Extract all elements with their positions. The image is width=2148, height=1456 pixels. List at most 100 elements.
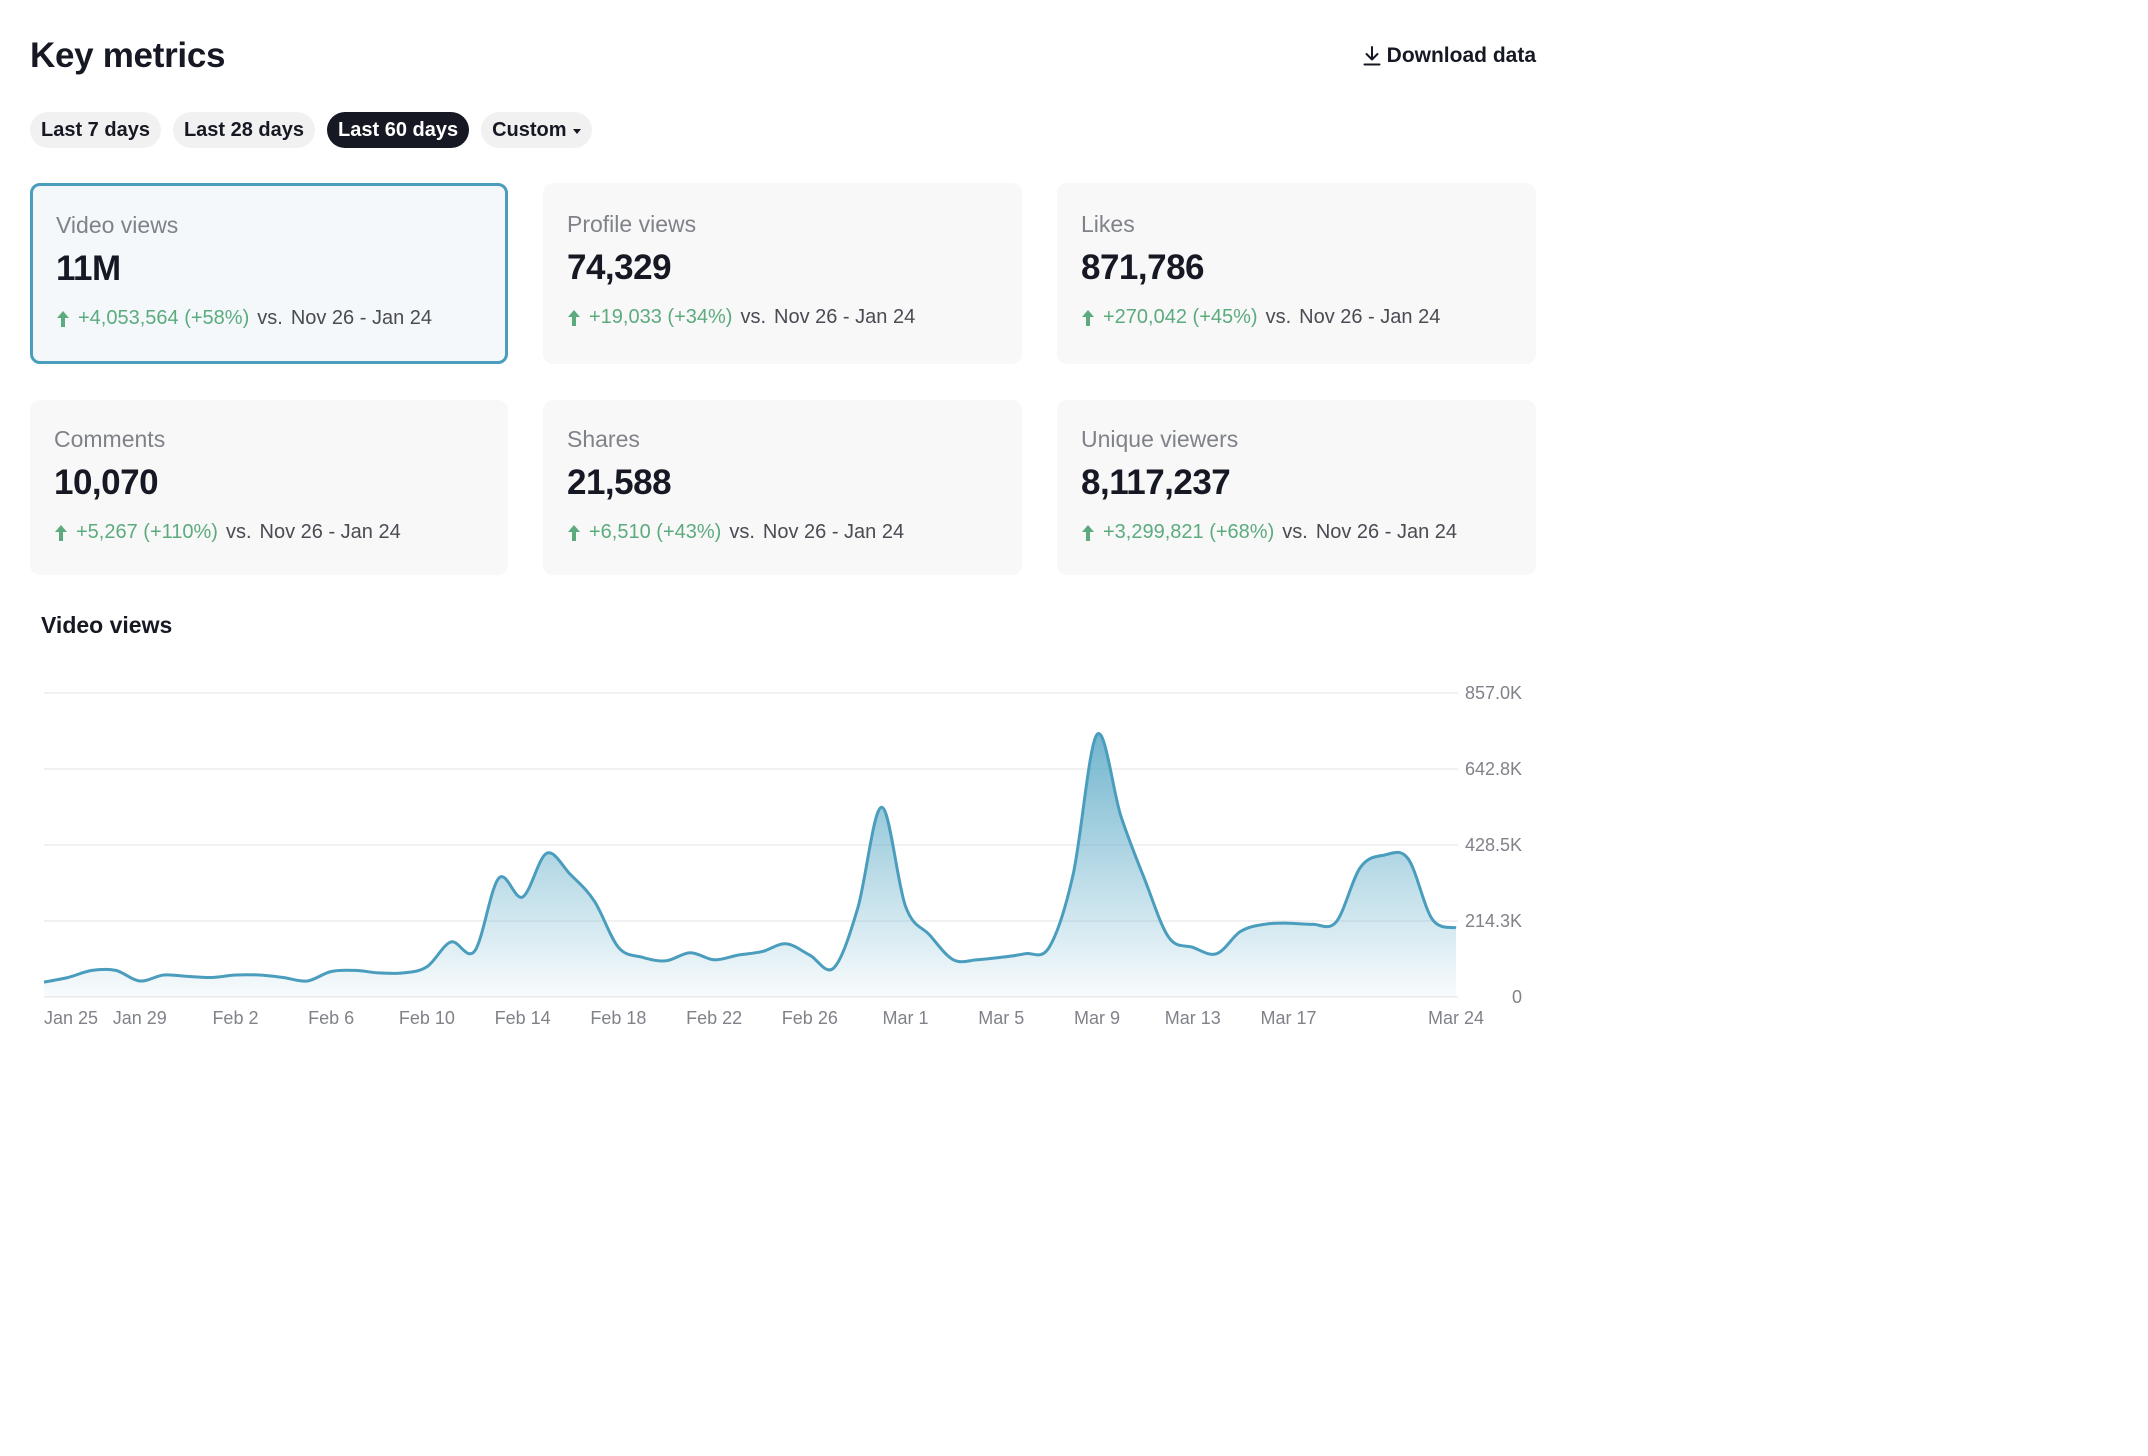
- x-tick-label: Feb 10: [399, 1008, 455, 1028]
- metric-comparison: +3,299,821 (+68%) vs. Nov 26 - Jan 24: [1081, 521, 1512, 544]
- metric-change: +4,053,564 (+58%): [78, 307, 250, 329]
- data-point: Mar 7: 140000: [1047, 945, 1051, 949]
- data-point: Mar 9: 740000: [1095, 733, 1099, 737]
- metric-comparison: +6,510 (+43%) vs. Nov 26 - Jan 24: [567, 521, 998, 544]
- metric-label: Comments: [54, 426, 166, 452]
- metric-comparison: +5,267 (+110%) vs. Nov 26 - Jan 24: [54, 521, 484, 544]
- page-title: Key metrics: [30, 36, 226, 75]
- metric-vs: vs.: [1282, 521, 1308, 543]
- chart-title: Video views: [41, 612, 173, 638]
- arrow-up-icon: [57, 310, 69, 327]
- data-point: Mar 17: 208000: [1287, 921, 1291, 925]
- range-last-28-days[interactable]: Last 28 days: [172, 112, 316, 148]
- y-tick-label: 214.3K: [1465, 911, 1522, 931]
- metric-comparison: +19,033 (+34%) vs. Nov 26 - Jan 24: [567, 306, 998, 329]
- metric-period: Nov 26 - Jan 24: [762, 521, 905, 543]
- data-point: Mar 18: 205000: [1310, 922, 1314, 926]
- data-point: Feb 10: 85000: [425, 965, 429, 969]
- data-point: Jan 30: 62000: [162, 973, 166, 977]
- data-point: Mar 12: 168000: [1167, 935, 1171, 939]
- arrow-up-icon: [55, 524, 67, 541]
- data-point: Feb 1: 55000: [210, 976, 214, 980]
- metric-value: 74,329: [567, 248, 672, 287]
- data-point: Mar 16: 205000: [1263, 922, 1267, 926]
- data-point: Feb 5: 45000: [305, 979, 309, 983]
- data-point: Feb 15: 405000: [545, 851, 549, 855]
- metric-card-comments[interactable]: Comments 10,070 +5,267 (+110%) vs. Nov 2…: [30, 400, 508, 575]
- metric-change: +19,033 (+34%): [589, 306, 733, 328]
- video-views-chart[interactable]: 0 214.3K 428.5K 642.8K 857.0K Jan 25 Jan 29 Fe…: [0, 660, 1568, 1040]
- metric-card-video-views[interactable]: Video views 11M +4,053,564 (+58%) vs. No…: [30, 183, 508, 364]
- x-tick-label: Mar 17: [1260, 1008, 1316, 1028]
- x-tick-label: Mar 13: [1165, 1008, 1221, 1028]
- date-range-selector: Last 7 days Last 28 days Last 60 days Cu…: [30, 112, 592, 148]
- metric-card-likes[interactable]: Likes 871,786 +270,042 (+45%) vs. Nov 26…: [1057, 183, 1536, 364]
- data-point: Jan 25: 42000: [42, 980, 46, 984]
- download-data-label: Download data: [1386, 44, 1536, 67]
- metric-period: Nov 26 - Jan 24: [1315, 521, 1458, 543]
- metric-card-profile-views[interactable]: Profile views 74,329 +19,033 (+34%) vs. …: [543, 183, 1022, 364]
- data-point: Feb 21: 125000: [688, 951, 692, 955]
- range-custom-dropdown[interactable]: Custom: [481, 112, 592, 148]
- metric-change: +3,299,821 (+68%): [1103, 521, 1275, 543]
- data-point: Mar 23: 220000: [1430, 917, 1434, 921]
- metric-change: +5,267 (+110%): [76, 521, 218, 543]
- data-point: Feb 7: 75000: [353, 968, 357, 972]
- metric-vs: vs.: [729, 521, 755, 543]
- range-label: Last 28 days: [183, 119, 305, 141]
- data-point: Jan 26: 55000: [66, 976, 70, 980]
- metric-vs: vs.: [1265, 306, 1292, 328]
- data-point: Feb 29: 535000: [880, 805, 884, 809]
- data-point: Feb 17: 270000: [592, 899, 596, 903]
- metric-label: Video views: [56, 212, 179, 238]
- metric-change: +270,042 (+45%): [1103, 306, 1258, 328]
- data-point: Mar 24: 195000: [1454, 926, 1458, 930]
- download-data-button[interactable]: Download data: [1363, 44, 1536, 68]
- range-last-60-days[interactable]: Last 60 days: [327, 112, 470, 148]
- data-point: Feb 3: 62000: [257, 973, 261, 977]
- data-point: Feb 12: 130000: [473, 949, 477, 953]
- range-last-7-days[interactable]: Last 7 days: [30, 112, 161, 148]
- data-point: Feb 13: 335000: [497, 876, 501, 880]
- metric-period: Nov 26 - Jan 24: [1299, 306, 1441, 328]
- arrow-up-icon: [568, 309, 580, 326]
- metric-label: Shares: [567, 426, 640, 452]
- range-label: Custom: [492, 119, 567, 141]
- data-point: Mar 20: 365000: [1358, 866, 1362, 870]
- y-axis: 0 214.3K 428.5K 642.8K 857.0K: [1465, 683, 1522, 1007]
- metric-value: 871,786: [1081, 248, 1205, 287]
- metric-change: +6,510 (+43%): [589, 521, 722, 543]
- data-point: Mar 22: 390000: [1406, 857, 1410, 861]
- data-point: Jan 27: 75000: [90, 968, 94, 972]
- data-point: Feb 26: 118000: [808, 953, 812, 957]
- metric-comparison: +4,053,564 (+58%) vs. Nov 26 - Jan 24: [56, 307, 483, 330]
- data-point: Feb 27: 82000: [832, 966, 836, 970]
- x-tick-label: Feb 14: [495, 1008, 551, 1028]
- metric-card-shares[interactable]: Shares 21,588 +6,510 (+43%) vs. Nov 26 -…: [543, 400, 1022, 575]
- x-tick-label: Jan 25: [44, 1008, 98, 1028]
- data-point: Mar 4: 105000: [975, 958, 979, 962]
- x-tick-label: Mar 24: [1428, 1008, 1484, 1028]
- x-axis: Jan 25 Jan 29 Feb 2 Feb 6 Feb 10 Feb 14 Feb 18…: [44, 1008, 1484, 1028]
- data-point: Feb 18: 140000: [616, 945, 620, 949]
- download-icon: [1363, 46, 1381, 66]
- x-tick-label: Mar 1: [883, 1008, 929, 1028]
- metric-card-unique-viewers[interactable]: Unique viewers 8,117,237 +3,299,821 (+68…: [1057, 400, 1536, 575]
- arrow-up-icon: [568, 524, 580, 541]
- x-tick-label: Mar 9: [1074, 1008, 1120, 1028]
- metric-comparison: +270,042 (+45%) vs. Nov 26 - Jan 24: [1081, 306, 1512, 329]
- metric-label: Unique viewers: [1081, 426, 1239, 452]
- data-point: Feb 19: 112000: [640, 955, 644, 959]
- data-point: Mar 5: 112000: [999, 955, 1003, 959]
- data-point: Mar 10: 510000: [1119, 814, 1123, 818]
- x-tick-label: Feb 2: [212, 1008, 258, 1028]
- data-point: Mar 1: 255000: [904, 905, 908, 909]
- metric-label: Profile views: [567, 211, 697, 237]
- metric-period: Nov 26 - Jan 24: [259, 521, 401, 543]
- y-tick-label: 642.8K: [1465, 759, 1522, 779]
- data-point: Feb 4: 55000: [281, 976, 285, 980]
- y-tick-label: 428.5K: [1465, 835, 1522, 855]
- data-point: Mar 2: 175000: [928, 933, 932, 937]
- metric-cards: Video views 11M +4,053,564 (+58%) vs. No…: [30, 183, 1536, 575]
- arrow-up-icon: [1082, 309, 1094, 326]
